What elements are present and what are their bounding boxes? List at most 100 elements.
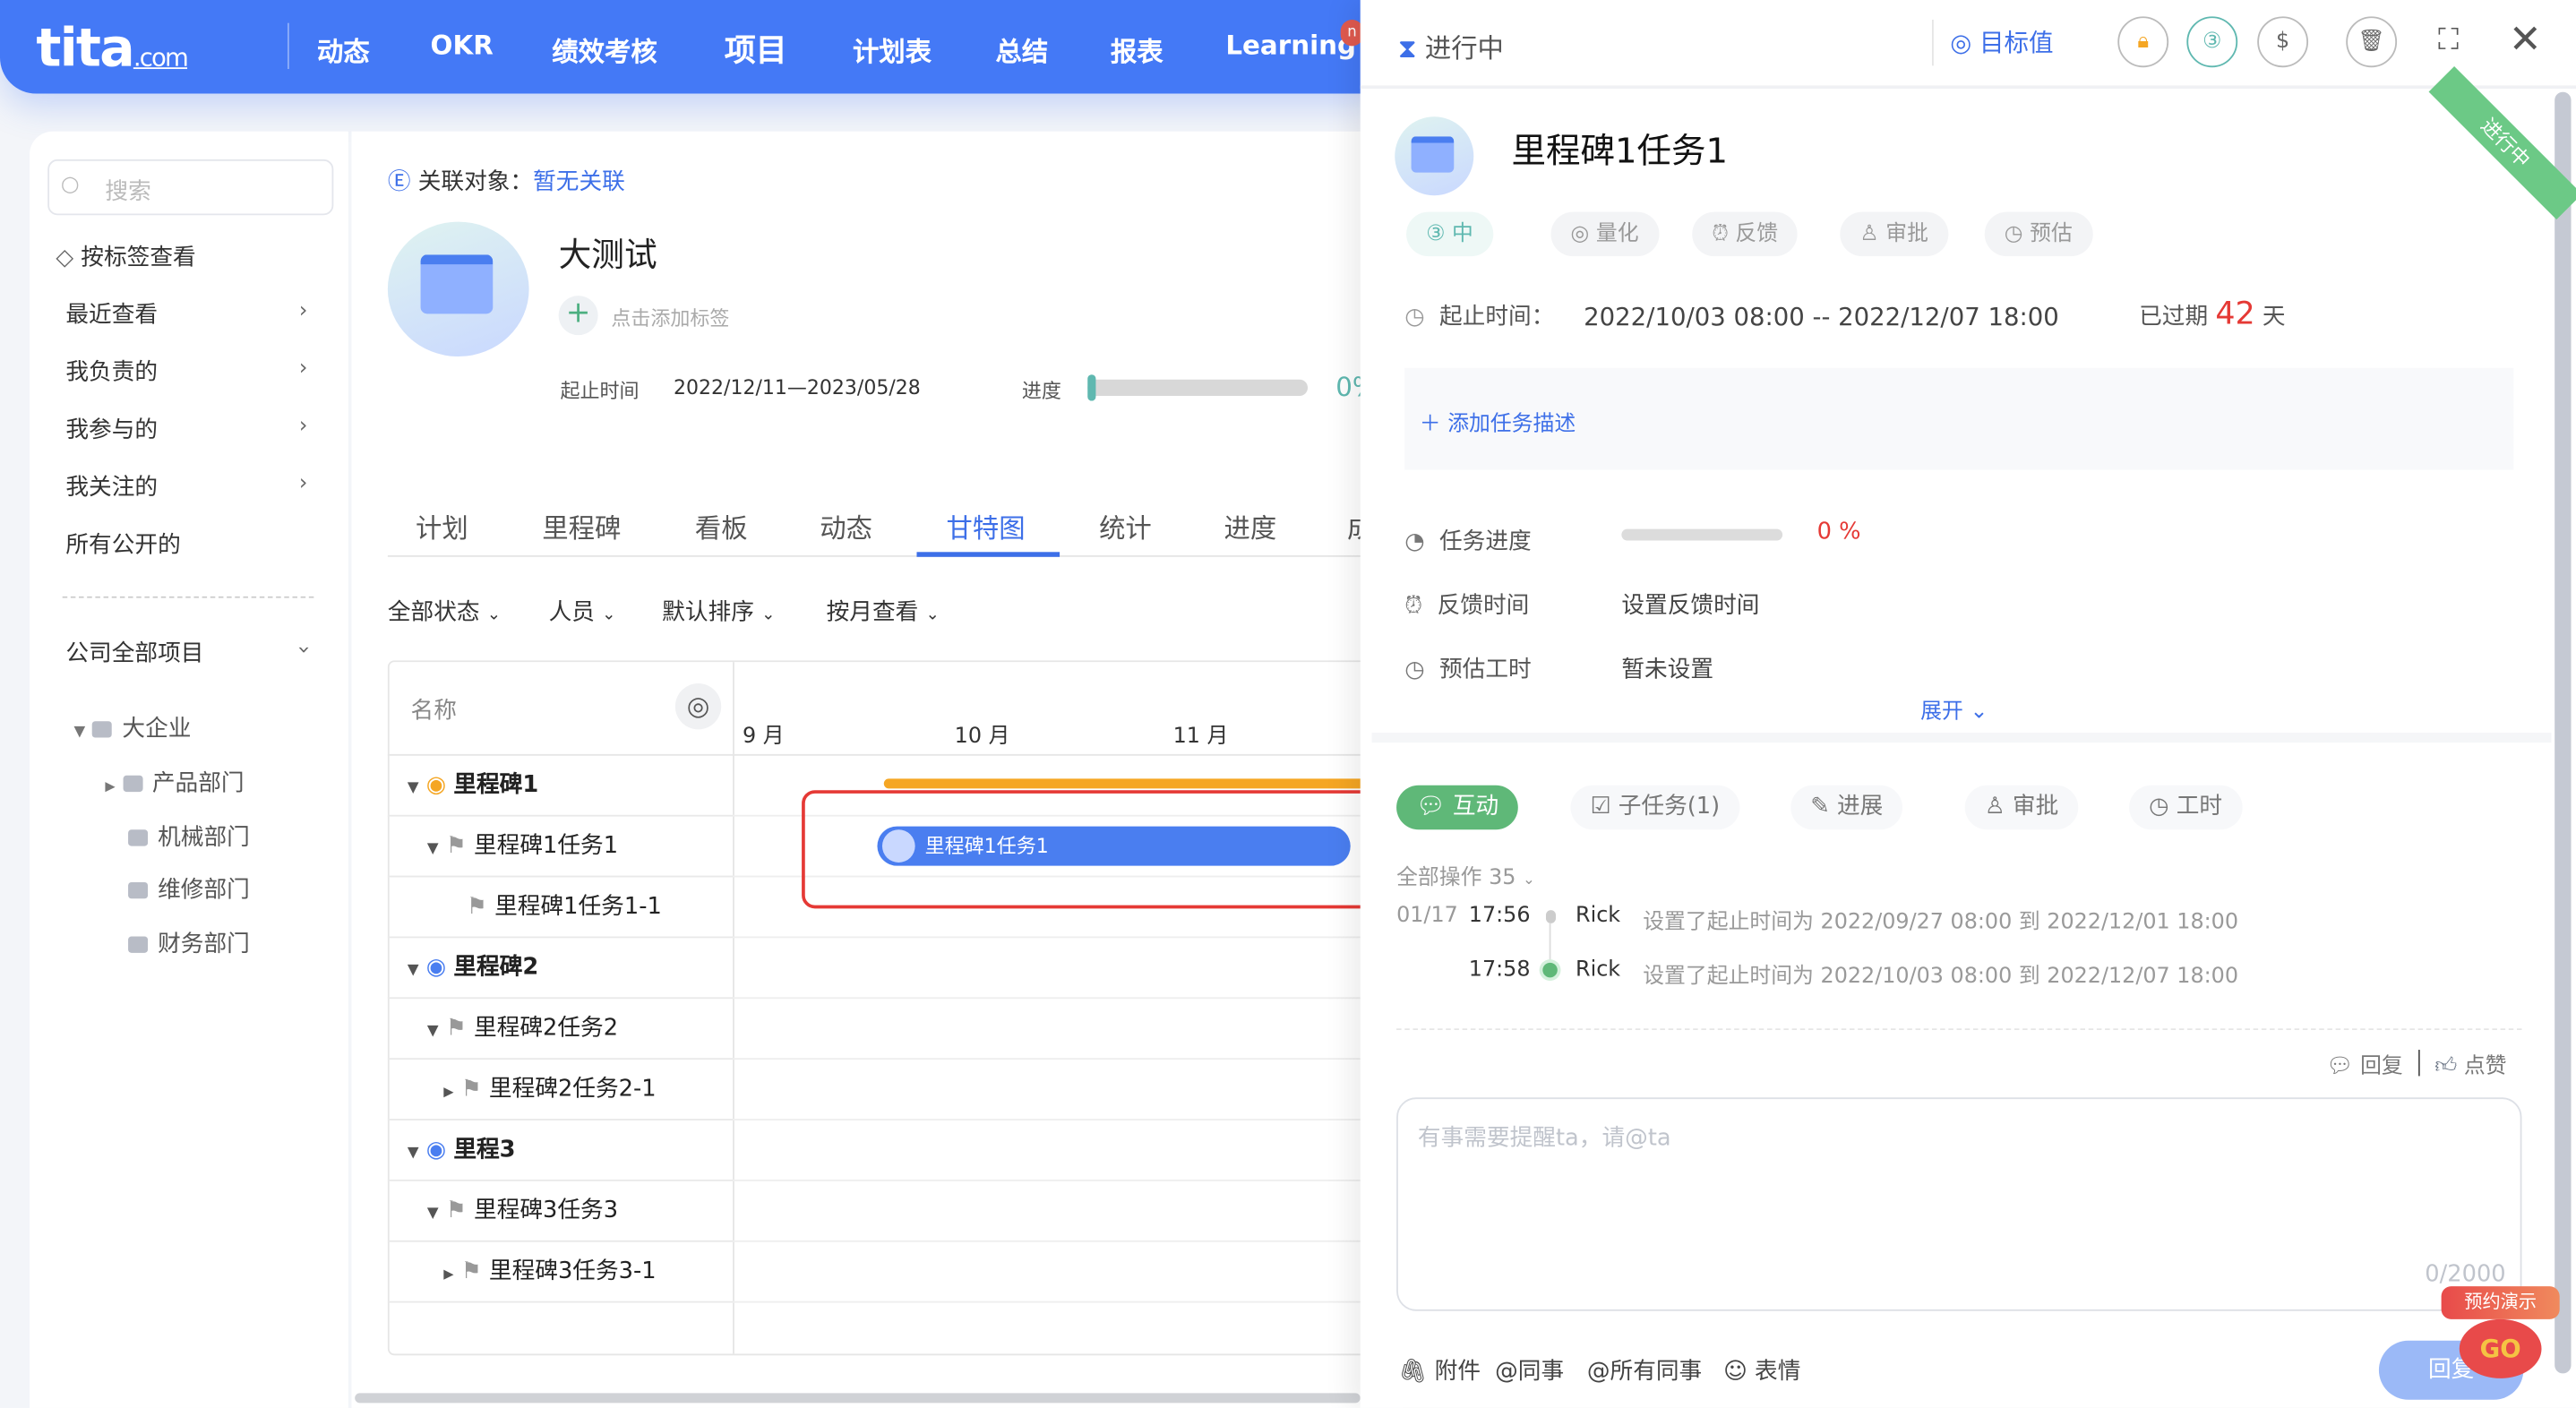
sidebar-item-recent[interactable]: 最近查看 [65,297,158,331]
search-input[interactable]: 搜索 [47,159,334,216]
task-progress-bar[interactable] [1621,528,1783,541]
related-value[interactable]: 暂无关联 [533,169,625,195]
row-label: 里程碑1 [453,772,539,799]
filter-view-month[interactable]: 按月查看 ⌄ [827,595,940,628]
tita-logo[interactable]: tita.com [36,16,189,79]
nav-item-feed[interactable]: 动态 [317,30,370,69]
priority-pill[interactable]: ③ 中 [1406,211,1493,257]
sidebar-item-followed[interactable]: 我关注的 [65,470,158,503]
divider [2417,1050,2420,1077]
nav-item-learning[interactable]: Learning [1225,30,1356,61]
overdue-suffix: 天 [2262,304,2286,331]
log-user[interactable]: Rick [1576,904,1620,929]
book-demo-button[interactable]: 预约演示 [2441,1286,2560,1319]
grid-line [733,1240,1390,1242]
tab-progress-updates[interactable]: ✎ 进展 [1790,785,1903,830]
nav-item-okr[interactable]: OKR [431,30,494,61]
chevron-right-icon: › [298,471,308,496]
add-tag-icon[interactable]: + [558,296,598,336]
grid-line [733,1179,1390,1181]
tab-progress[interactable]: 进度 [1224,506,1276,545]
attachment-button[interactable]: 🖇︎ 附件 [1398,1353,1481,1387]
char-count: 0/2000 [2425,1261,2506,1289]
flag-icon: ⚑ [460,1076,482,1103]
mention-colleague-button[interactable]: @同事 [1495,1353,1564,1387]
tab-gantt[interactable]: 甘特图 [946,506,1025,545]
gantt-row-subtask[interactable]: ▶ ⚑ 里程碑2任务2-1 [387,1060,734,1120]
mention-all-button[interactable]: @所有同事 [1587,1353,1702,1387]
lock-icon[interactable]: 🔒︎ [2117,16,2169,68]
tree-item[interactable]: 财务部门 [128,926,250,959]
column-divider [733,662,734,1354]
sidebar-item-joined[interactable]: 我参与的 [65,412,158,445]
status-dropdown[interactable]: ⧗ 进行中 [1398,26,1504,65]
delete-icon[interactable]: 🗑︎ [2346,16,2398,68]
log-filter-label: 全部操作 [1396,865,1482,891]
tab-worktime[interactable]: ◷ 工时 [2129,785,2243,830]
nav-item-plan[interactable]: 计划表 [853,30,932,69]
top-nav [0,0,1380,94]
log-filter[interactable]: 全部操作 35 ⌄ [1396,859,1535,891]
tab-plan[interactable]: 计划 [416,506,468,545]
estimate-pill[interactable]: ◷ 预估 [1984,211,2092,257]
tab-subtasks[interactable]: ☑ 子任务(1) [1570,785,1740,830]
tab-interaction[interactable]: 💬︎ 互动 [1396,785,1519,830]
sidebar-item-public[interactable]: 所有公开的 [65,528,180,561]
tree-item[interactable]: ▶ 产品部门 [105,766,244,799]
feedback-time-setter[interactable]: 设置反馈时间 [1621,588,1759,622]
company-projects[interactable]: 公司全部项目 [65,636,203,669]
tab-kanban[interactable]: 看板 [695,506,748,545]
gantt-row-milestone[interactable]: ▼ ◉ 里程碑2 [387,938,734,1000]
gantt-row-subtask[interactable]: ▶ ⚑ 里程碑3任务3-1 [387,1242,734,1303]
timeline-dot [1545,910,1556,923]
gantt-row-milestone[interactable]: ▼ ◉ 里程3 [387,1120,734,1181]
filter-people[interactable]: 人员 ⌄ [549,595,616,628]
vertical-scrollbar[interactable] [2555,91,2572,1374]
nav-item-summary[interactable]: 总结 [996,30,1049,69]
gantt-row-milestone[interactable]: ▼ ◉ 里程碑1 [387,756,734,817]
add-description-button[interactable]: ＋ 添加任务描述 [1420,406,1576,437]
close-icon[interactable]: ✕ [2509,16,2542,62]
filter-sort[interactable]: 默认排序 ⌄ [662,595,775,628]
gantt-row-task[interactable]: ▼ ⚑ 里程碑3任务3 [387,1181,734,1242]
tree-root[interactable]: ▼ 大企业 [74,711,192,744]
divider [1396,1028,2522,1031]
estimate-value[interactable]: 暂未设置 [1621,652,1713,685]
fullscreen-icon[interactable]: ⛶ [2438,23,2459,58]
quantify-pill[interactable]: ◎ 量化 [1550,211,1659,257]
filter-status[interactable]: 全部状态 ⌄ [388,595,501,628]
sidebar-item-owned[interactable]: 我负责的 [65,355,158,388]
tab-stats[interactable]: 统计 [1099,506,1152,545]
settings-icon[interactable]: ◎ [674,683,722,730]
milestone-bar[interactable] [883,778,1378,789]
log-user[interactable]: Rick [1576,957,1620,983]
emoji-button[interactable]: ☺ 表情 [1723,1353,1800,1387]
nav-item-project[interactable]: 项目 [725,26,787,71]
target-value-button[interactable]: ◎ 目标值 [1950,25,2053,60]
tab-approval[interactable]: ♙ 审批 [1964,785,2079,830]
tab-activity[interactable]: 动态 [820,506,872,545]
reply-button[interactable]: 💬︎ 回复 [2326,1048,2403,1080]
money-bag-icon[interactable]: $ [2257,16,2309,68]
tag-view-link[interactable]: ◇ 按标签查看 [56,240,195,273]
nav-item-performance[interactable]: 绩效考核 [552,30,657,69]
priority-icon[interactable]: ③ [2186,16,2238,68]
expand-button[interactable]: 展开 ⌄ [1920,693,1988,725]
gantt-row-task[interactable]: ▼ ⚑ 里程碑1任务1 [387,817,734,878]
nav-item-report[interactable]: 报表 [1111,30,1163,69]
add-tag-button[interactable]: 点击添加标签 [611,304,729,331]
approval-pill[interactable]: ♙ 审批 [1840,211,1949,257]
tree-item[interactable]: 维修部门 [128,872,250,906]
go-button[interactable]: GO [2459,1318,2542,1378]
gantt-row-task[interactable]: ▼ ⚑ 里程碑2任务2 [387,999,734,1060]
gantt-row-subtask[interactable]: ⚑ 里程碑1任务1-1 [387,877,734,939]
feedback-pill[interactable]: ⏰︎ 反馈 [1692,211,1799,257]
tab-milestone[interactable]: 里程碑 [542,506,621,545]
project-progress-bar [1087,374,1309,401]
horizontal-scrollbar[interactable] [355,1393,1361,1404]
add-desc-label: 添加任务描述 [1447,412,1576,437]
task-progress-value: 0 % [1816,519,1861,545]
like-button[interactable]: 👍︎ 点赞 [2434,1048,2506,1080]
tree-item[interactable]: 机械部门 [128,820,250,853]
time-value[interactable]: 2022/10/03 08:00 -- 2022/12/07 18:00 [1584,302,2059,331]
